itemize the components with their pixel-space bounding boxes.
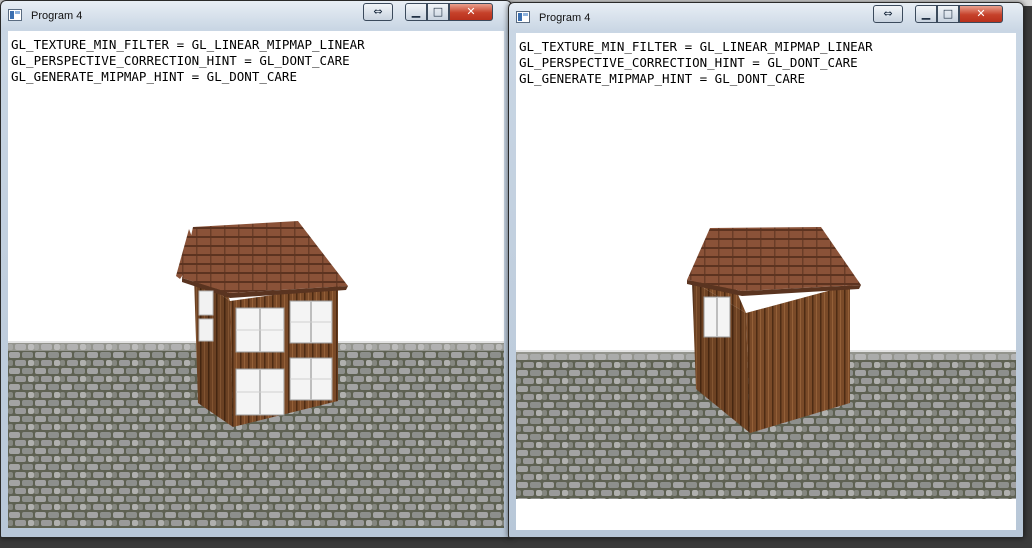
close-icon[interactable]: ✕ [449, 3, 493, 21]
extend-frame-icon[interactable]: ⇔ [873, 5, 903, 23]
title-bar[interactable]: Program 4 ⇔ ▁ □ ✕ [509, 3, 1023, 33]
gl-line: GL_GENERATE_MIPMAP_HINT = GL_DONT_CARE [519, 71, 805, 86]
gl-state-text: GL_TEXTURE_MIN_FILTER = GL_LINEAR_MIPMAP… [519, 39, 873, 87]
minimize-icon[interactable]: ▁ [915, 5, 937, 23]
house-scene [8, 221, 504, 528]
opengl-viewport[interactable]: GL_TEXTURE_MIN_FILTER = GL_LINEAR_MIPMAP… [516, 33, 1016, 530]
house-roof [687, 227, 861, 291]
program-window-left[interactable]: Program 4 ⇔ ▁ □ ✕ GL_TEXTURE_MIN_FILTER … [0, 0, 512, 538]
gl-line: GL_PERSPECTIVE_CORRECTION_HINT = GL_DONT… [11, 53, 350, 68]
front-window-upper-left [235, 307, 285, 353]
gl-line: GL_PERSPECTIVE_CORRECTION_HINT = GL_DONT… [519, 55, 858, 70]
app-window-icon[interactable] [516, 11, 530, 23]
extend-frame-icon[interactable]: ⇔ [363, 3, 393, 21]
close-icon[interactable]: ✕ [959, 5, 1003, 23]
maximize-icon[interactable]: □ [427, 3, 449, 21]
window-title: Program 4 [31, 10, 83, 22]
window-title: Program 4 [539, 12, 591, 24]
minimize-icon[interactable]: ▁ [405, 3, 427, 21]
side-window-upper [198, 290, 214, 316]
front-window-lower-left [235, 368, 285, 416]
gl-line: GL_TEXTURE_MIN_FILTER = GL_LINEAR_MIPMAP… [519, 39, 873, 54]
maximize-icon[interactable]: □ [937, 5, 959, 23]
opengl-viewport[interactable]: GL_TEXTURE_MIN_FILTER = GL_LINEAR_MIPMAP… [8, 31, 504, 528]
program-window-right[interactable]: Program 4 ⇔ ▁ □ ✕ GL_TEXTURE_MIN_FILTER … [508, 2, 1024, 538]
front-window-lower-right [289, 357, 333, 401]
side-window-lower [198, 318, 214, 342]
gl-line: GL_TEXTURE_MIN_FILTER = GL_LINEAR_MIPMAP… [11, 37, 365, 52]
gl-state-text: GL_TEXTURE_MIN_FILTER = GL_LINEAR_MIPMAP… [11, 37, 365, 85]
app-window-icon[interactable] [8, 9, 22, 21]
title-bar[interactable]: Program 4 ⇔ ▁ □ ✕ [1, 1, 511, 31]
house-roof [182, 221, 348, 293]
house-scene [516, 227, 1016, 499]
front-window-upper-right [289, 300, 333, 344]
side-window [703, 296, 731, 338]
gl-line: GL_GENERATE_MIPMAP_HINT = GL_DONT_CARE [11, 69, 297, 84]
